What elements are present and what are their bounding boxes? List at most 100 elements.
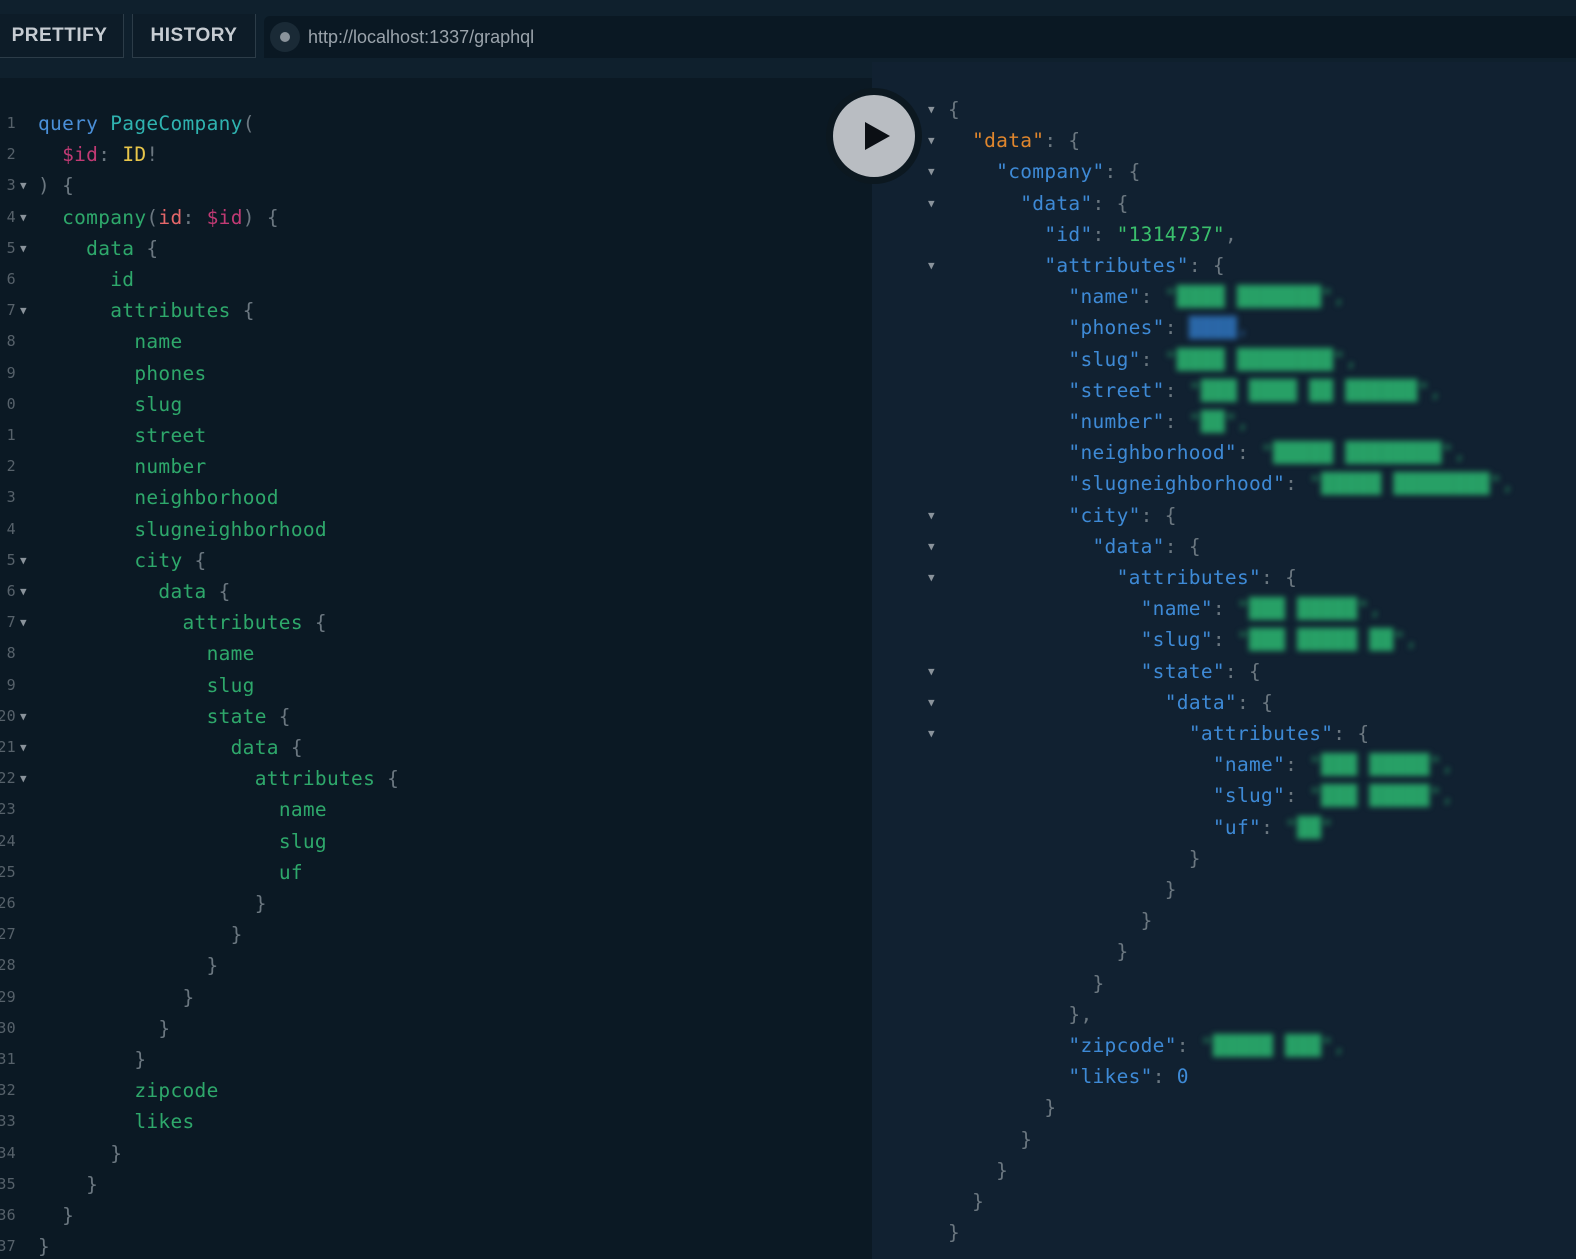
code-token: slug (206, 673, 255, 697)
result-text: "uf": "██" (948, 812, 1333, 843)
fold-arrow-icon[interactable]: ▼ (20, 545, 27, 576)
line-number: 30 (0, 1018, 16, 1037)
code-token: "street" (1068, 378, 1165, 402)
code-text: attributes { (38, 607, 327, 638)
fold-arrow-icon[interactable]: ▼ (20, 170, 27, 201)
code-token: "attributes" (1116, 566, 1262, 589)
result-text: { (948, 94, 960, 125)
code-text: $id: ID! (38, 139, 158, 170)
fold-arrow-icon[interactable]: ▼ (20, 576, 27, 607)
fold-arrow-icon[interactable]: ▼ (928, 250, 935, 281)
code-token: : (1152, 1065, 1177, 1089)
code-token: name (206, 642, 255, 666)
code-token: ( (146, 205, 159, 229)
code-token: } (948, 1221, 961, 1245)
code-token: : { (1224, 659, 1262, 683)
fold-arrow-icon[interactable]: ▼ (928, 94, 935, 125)
fold-arrow-icon[interactable]: ▼ (20, 202, 27, 233)
fold-arrow-icon[interactable]: ▼ (928, 125, 935, 156)
code-text: } (38, 950, 219, 981)
fold-arrow-icon[interactable]: ▼ (928, 531, 935, 562)
fold-arrow-icon[interactable]: ▼ (20, 763, 27, 794)
query-editor[interactable]: 1 query PageCompany(2 $id: ID! 3 ▼) {4 ▼ com… (0, 78, 872, 1259)
line-number: 34 (0, 1143, 16, 1162)
code-token: } (948, 971, 1105, 995)
line-number: 36 (0, 1206, 16, 1224)
prettify-button[interactable]: PRETTIFY (0, 14, 124, 58)
code-token: : { (1044, 129, 1081, 153)
execute-query-button[interactable] (826, 88, 922, 184)
code-text: number (38, 451, 207, 482)
code-token: } (38, 923, 243, 947)
code-token: } (38, 1235, 51, 1259)
result-text: } (948, 936, 1129, 967)
endpoint-url-bar[interactable]: http://localhost:1337/graphql (264, 16, 1576, 58)
result-text: "name": "███ █████", (948, 749, 1454, 780)
fold-arrow-icon[interactable]: ▼ (20, 233, 27, 264)
code-text: slugneighborhood (38, 514, 327, 545)
fold-arrow-icon[interactable]: ▼ (928, 562, 935, 593)
code-token: "█████ ████████", (1261, 441, 1466, 465)
code-token: ! (146, 143, 159, 167)
code-token: $id (206, 205, 243, 229)
code-token: } (38, 954, 219, 978)
code-token: "city" (1068, 503, 1141, 527)
code-token: "██" (1285, 815, 1334, 839)
code-token: } (948, 846, 1201, 870)
fold-arrow-icon[interactable]: ▼ (928, 156, 935, 187)
code-text: data { (38, 576, 231, 607)
fold-arrow-icon[interactable]: ▼ (20, 295, 27, 326)
line-number: 8 (6, 644, 16, 663)
line-number: 32 (0, 1081, 16, 1100)
result-text: "company": { (948, 156, 1141, 187)
history-button[interactable]: HISTORY (132, 14, 256, 58)
code-text: } (38, 1013, 170, 1044)
line-number: 26 (0, 894, 16, 912)
code-token: { (278, 736, 303, 759)
code-token: } (948, 1096, 1057, 1120)
line-number: 6 (6, 582, 16, 600)
fold-arrow-icon[interactable]: ▼ (928, 500, 935, 531)
fold-arrow-icon[interactable]: ▼ (20, 732, 27, 763)
fold-arrow-icon[interactable]: ▼ (20, 607, 27, 638)
line-number: 31 (0, 1050, 16, 1068)
code-token: } (948, 1158, 1009, 1182)
code-text: attributes { (38, 763, 399, 794)
result-text: "data": { (948, 188, 1129, 219)
result-text: "neighborhood": "█████ ████████", (948, 437, 1466, 468)
fold-arrow-icon[interactable]: ▼ (928, 687, 935, 718)
fold-arrow-icon[interactable]: ▼ (20, 701, 27, 732)
code-text: } (38, 982, 195, 1013)
code-token: } (38, 1204, 75, 1227)
code-token: "███ █████", (1309, 753, 1454, 777)
result-text: "data": { (948, 531, 1201, 562)
code-token: : (1212, 597, 1237, 621)
line-number: 7 (6, 301, 16, 320)
code-token: attributes (182, 611, 303, 635)
code-token: { (230, 299, 255, 323)
code-text: phones (38, 358, 207, 389)
fold-arrow-icon[interactable]: ▼ (928, 188, 935, 219)
fold-arrow-icon[interactable]: ▼ (928, 656, 935, 687)
code-token: "██", (1188, 410, 1250, 433)
endpoint-url[interactable]: http://localhost:1337/graphql (308, 27, 534, 48)
result-text: "city": { (948, 500, 1177, 531)
code-token: : { (1164, 534, 1201, 558)
fold-arrow-icon[interactable]: ▼ (928, 718, 935, 749)
